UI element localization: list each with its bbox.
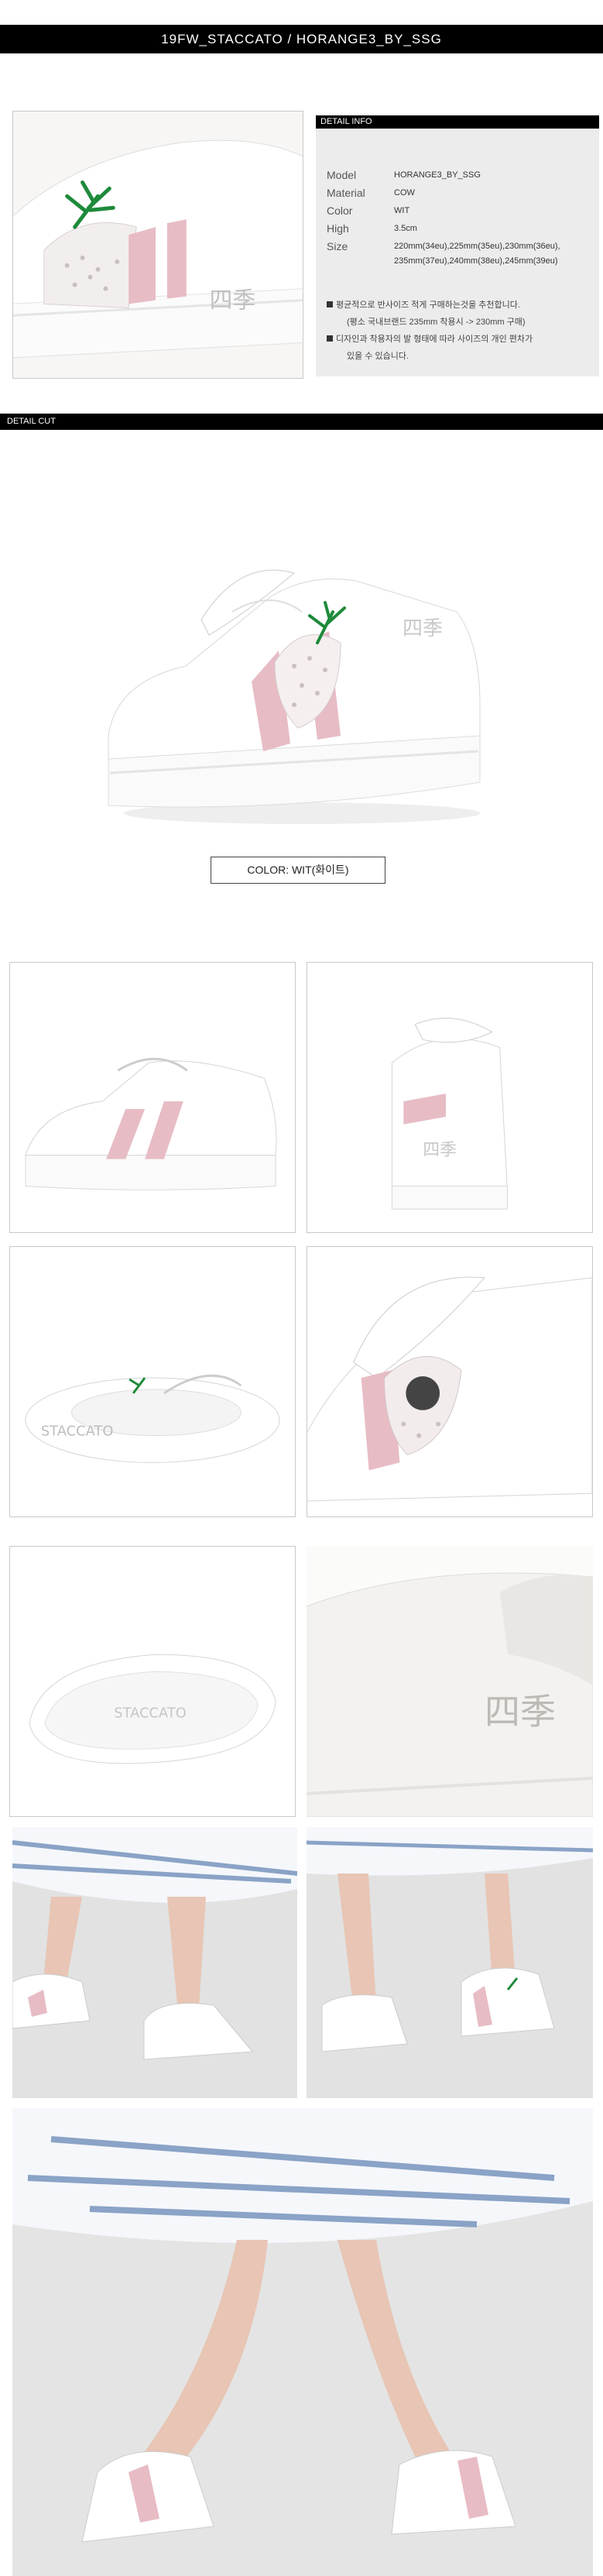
page-title: 19FW_STACCATO / HORANGE3_BY_SSG [161, 32, 442, 46]
svg-text:STACCATO: STACCATO [41, 1424, 114, 1440]
spec-label: Model [327, 169, 357, 181]
detail-info-photo: 四季 [12, 111, 303, 379]
spec-value: 3.5cm [394, 224, 417, 233]
detail-cut-bar: DETAIL CUT [0, 414, 603, 430]
model-legs-image-2 [307, 1827, 593, 2052]
spec-label: Color [327, 204, 353, 217]
spec-value: COW [394, 188, 415, 197]
spec-row-size: Size 220mm(34eu),225mm(35eu),230mm(36eu)… [327, 240, 590, 271]
detail-info-title-bar: DETAIL INFO [316, 115, 599, 129]
note-text: 평균적으로 반사이즈 적게 구매하는것을 추천합니다. [336, 301, 520, 310]
svg-text:四季: 四季 [485, 1691, 556, 1733]
spec-label: Size [327, 240, 348, 252]
top-view-photo: STACCATO [9, 1246, 296, 1517]
spec-label: High [327, 222, 349, 235]
model-photo-right [307, 1827, 593, 2098]
page-header: 19FW_STACCATO / HORANGE3_BY_SSG [0, 25, 603, 53]
sneaker-patch-image [307, 1276, 592, 1502]
back-view-photo: 四季 [307, 962, 593, 1233]
note-text: 디자인과 착용자의 발 형태에 따라 사이즈의 개인 편차가 [336, 335, 533, 344]
spec-value: HORANGE3_BY_SSG [394, 170, 481, 180]
detail-cut-title: DETAIL CUT [7, 417, 56, 426]
sole-view-photo: STACCATO [9, 1546, 296, 1817]
heel-logo-image: 四季 [307, 1572, 593, 1817]
square-bullet-icon [327, 335, 333, 342]
svg-text:四季: 四季 [403, 617, 443, 641]
sneaker-sole-image: STACCATO [29, 1654, 276, 1764]
spec-label: Material [327, 187, 365, 199]
model-photo-left [12, 1827, 297, 2098]
sneaker-hero-image: 四季 [108, 569, 481, 824]
sneaker-side-image [25, 1057, 277, 1190]
color-label: COLOR: WIT(화이트) [211, 857, 385, 884]
spec-value: WIT [394, 206, 410, 215]
note-text: 있을 수 있습니다. [347, 352, 409, 361]
fit-note: 디자인과 착용자의 발 형태에 따라 사이즈의 개인 편차가 [327, 332, 533, 345]
detail-info-title: DETAIL INFO [320, 117, 372, 126]
patch-detail-photo [307, 1246, 593, 1517]
side-view-photo [9, 962, 296, 1233]
model-legs-image-3 [12, 2108, 593, 2543]
size-line: 220mm(34eu),225mm(35eu),230mm(36eu), [394, 242, 560, 251]
model-photo-wide [12, 2108, 593, 2576]
square-bullet-icon [327, 301, 333, 307]
heel-logo-photo: 四季 [307, 1546, 593, 1817]
note-text: (평소 국내브랜드 235mm 착용시 -> 230mm 구매) [347, 318, 526, 327]
hero-sneaker-photo: 四季 [93, 527, 511, 836]
model-legs-image-1 [12, 1827, 297, 2060]
svg-text:四季: 四季 [423, 1141, 457, 1160]
size-note: 평균적으로 반사이즈 적게 구매하는것을 추천합니다. [327, 298, 520, 311]
svg-text:STACCATO: STACCATO [114, 1705, 187, 1722]
svg-text:四季: 四季 [210, 287, 256, 314]
sneaker-top-image: STACCATO [25, 1374, 280, 1463]
sneaker-closeup-image: 四季 [13, 112, 303, 378]
size-line: 235mm(37eu),240mm(38eu),245mm(39eu) [394, 256, 558, 266]
sneaker-back-image: 四季 [391, 1018, 509, 1210]
detail-info-panel: Model HORANGE3_BY_SSG Material COW Color… [316, 129, 599, 376]
